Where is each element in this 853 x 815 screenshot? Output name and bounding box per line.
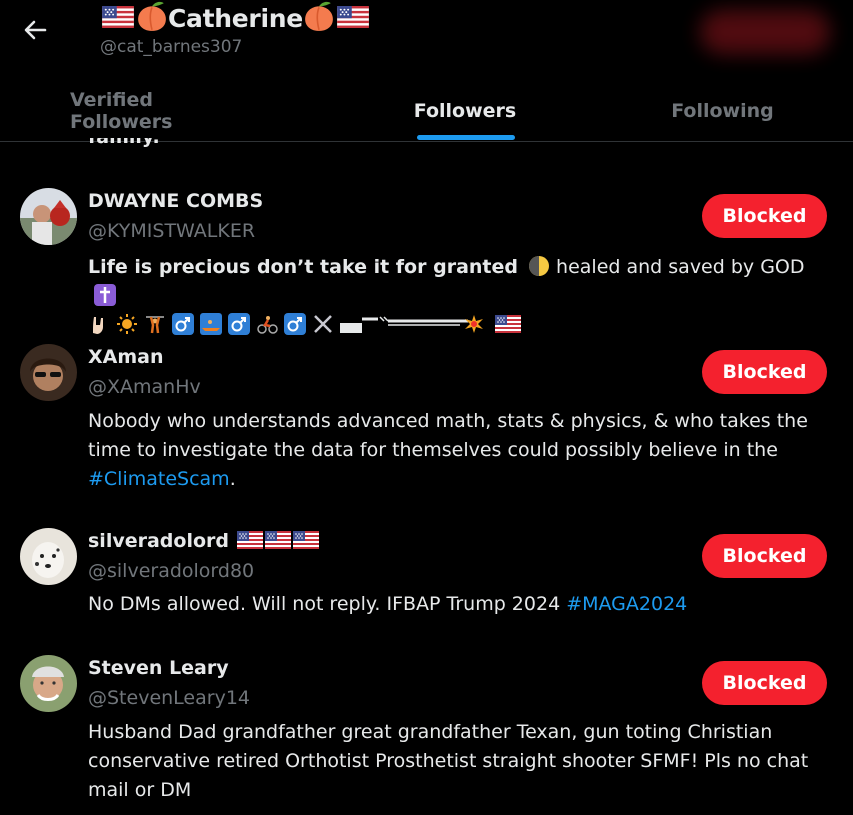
- tab-followers[interactable]: Followers: [395, 80, 535, 142]
- blocked-button[interactable]: Blocked: [702, 661, 827, 705]
- user-bio: Nobody who understands advanced math, st…: [88, 407, 833, 494]
- user-handle[interactable]: @XAmanHv: [88, 376, 201, 398]
- user-bio: Life is precious don’t take it for grant…: [88, 253, 833, 340]
- user-handle[interactable]: @KYMISTWALKER: [88, 220, 255, 242]
- peach-icon: [303, 0, 335, 32]
- user-display-name[interactable]: Steven Leary: [88, 657, 229, 679]
- crossed-swords-icon: [314, 315, 332, 333]
- user-bio: No DMs allowed. Will not reply. IFBAP Tr…: [88, 590, 833, 619]
- rock-hand-icon: [93, 317, 103, 334]
- user-handle[interactable]: @silveradolord80: [88, 560, 254, 582]
- user-bio: Husband Dad grandfather great grandfathe…: [88, 721, 809, 801]
- us-flag-icon: [293, 531, 319, 549]
- us-flag-icon: [265, 531, 291, 549]
- blocked-button[interactable]: Blocked: [702, 194, 827, 238]
- profile-header: Catherine @cat_barnes307 Verified Follow…: [0, 0, 853, 142]
- avatar[interactable]: [20, 528, 77, 585]
- bio-text: No DMs allowed. Will not reply. IFBAP Tr…: [88, 593, 567, 615]
- tab-verified-followers[interactable]: Verified Followers: [70, 80, 262, 142]
- moon-icon: [529, 256, 550, 276]
- user-display-name-text: silveradolord: [88, 530, 229, 552]
- avatar[interactable]: [20, 188, 77, 245]
- blurred-action-button[interactable]: [700, 10, 830, 54]
- user-display-name[interactable]: DWAYNE COMBS: [88, 190, 263, 212]
- bio-text: .: [229, 468, 236, 490]
- bio-text: Nobody who understands advanced math, st…: [88, 410, 808, 461]
- male-sign-icon: [228, 313, 250, 335]
- tab-following[interactable]: Following: [660, 80, 785, 142]
- tab-bar: Verified Followers Followers Following: [0, 80, 853, 142]
- us-flag-icon: [101, 6, 135, 28]
- gun-icon: [340, 315, 483, 333]
- us-flag-icon: [336, 6, 370, 28]
- profile-name-text: Catherine: [168, 4, 303, 33]
- avatar[interactable]: [20, 344, 77, 401]
- cyclist-icon: [257, 316, 278, 334]
- blocked-button[interactable]: Blocked: [702, 534, 827, 578]
- male-sign-icon: [284, 313, 306, 335]
- peach-icon: [136, 0, 168, 32]
- back-arrow-icon[interactable]: [18, 12, 54, 48]
- rowing-icon: [200, 313, 222, 335]
- avatar[interactable]: [20, 655, 77, 712]
- profile-name: Catherine: [100, 0, 371, 33]
- hashtag-link[interactable]: #MAGA2024: [566, 593, 687, 615]
- user-display-name[interactable]: silveradolord: [88, 530, 320, 552]
- weightlifter-icon: [146, 316, 164, 334]
- user-display-name[interactable]: XAman: [88, 346, 164, 368]
- bio-bold-text: Life is precious don’t take it for grant…: [88, 256, 518, 278]
- cross-icon: [94, 284, 116, 306]
- us-flag-icon: [237, 531, 263, 549]
- us-flag-icon: [495, 315, 521, 333]
- blocked-button[interactable]: Blocked: [702, 350, 827, 394]
- male-sign-icon: [172, 313, 194, 335]
- bio-text: healed and saved by GOD: [556, 256, 805, 278]
- hashtag-link[interactable]: #ClimateScam: [88, 468, 230, 490]
- profile-handle: @cat_barnes307: [100, 37, 243, 57]
- user-handle[interactable]: @StevenLeary14: [88, 687, 250, 709]
- active-tab-indicator: [417, 135, 515, 140]
- sun-icon: [117, 314, 137, 334]
